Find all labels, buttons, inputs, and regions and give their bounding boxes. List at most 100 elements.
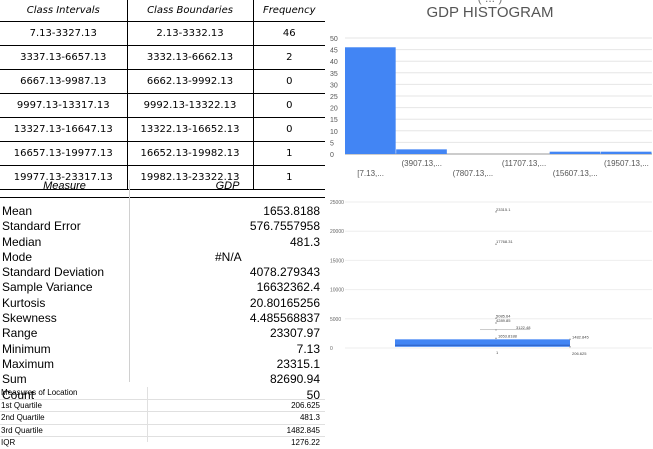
frequency-cell: 0 [253,69,325,94]
outlier-label: 4289.85 [496,318,511,323]
frequency-table-row: 9997.13-13317.13 9992.13-13322.13 0 [0,93,325,118]
outlier-label: 3122.48 [516,325,531,330]
y-tick-label: 0 [330,346,333,352]
stat-label: Sample Variance [2,280,93,295]
location-label: 1st Quartile [1,400,42,410]
histogram-title: GDP HISTOGRAM [426,4,554,21]
stat-value: #N/A [215,249,242,264]
gdp-box-plot: 0 5000 10000 15000 20000 25000 23315.1 17768.31… [330,200,652,356]
stat-row: Kurtosis 20.80165256 [0,296,325,311]
y-tick-label: 5000 [330,317,341,323]
y-tick-label: 20000 [330,229,344,235]
location-title: Measures of Location [1,388,78,397]
frequency-cell: 2 [253,45,325,70]
y-tick-label: 15 [330,117,338,124]
location-label: 2nd Quartile [1,413,45,422]
header-frequency: Frequency [253,0,325,22]
histogram-bar [600,151,652,154]
outlier-label: 206.625 [572,351,587,356]
outlier-label: 1482.845 [572,334,589,339]
stat-row: Mode #N/A [0,250,325,265]
stat-label: Kurtosis [2,295,46,310]
stat-label: Skewness [2,311,57,326]
class-boundary-cell: 9992.13-13322.13 [127,93,254,118]
stat-value: 23315.1 [276,356,320,371]
x-tick-label: (19507.13,... [604,159,649,168]
y-tick-label: 25 [330,94,338,101]
measures-of-location: Measures of Location 1st Quartile 206.625… [0,387,325,449]
y-tick-label: 25000 [330,200,344,206]
y-tick-label: 35 [330,71,338,78]
stat-row: Minimum 7.13 [0,342,325,357]
stat-value: 4.485568837 [249,311,320,326]
y-tick-label: 5 [330,140,334,147]
location-value: 206.625 [291,400,320,410]
class-boundary-cell: 13322.13-16652.13 [127,117,254,142]
stat-value: 4078.279343 [249,265,320,280]
outlier-point [495,337,497,340]
frequency-table-row: 16657.13-19977.13 16652.13-19982.13 1 [0,141,325,166]
measure-header: Measure [43,180,86,192]
stat-label: Sum [2,372,27,387]
location-row: 2nd Quartile 481.3 [0,411,325,424]
y-tick-label: 15000 [330,258,344,264]
gdp-header: GDP [215,180,240,192]
frequency-table-row: 3337.13-6657.13 3332.13-6662.13 2 [0,45,325,70]
frequency-table-header: Class Intervals Class Boundaries Frequen… [0,0,325,22]
stat-label: Median [2,234,42,249]
class-boundary-cell: 3332.13-6662.13 [127,45,254,70]
y-tick-label: 45 [330,48,338,55]
class-interval-cell: 9997.13-13317.13 [0,93,128,118]
stat-label: Maximum [2,356,55,371]
frequency-table-row: 13327.13-16647.13 13322.13-16652.13 0 [0,117,325,142]
header-divider [0,197,325,198]
class-boundary-cell: 16652.13-19982.13 [127,141,254,166]
frequency-table-row: 6667.13-9987.13 6662.13-9992.13 0 [0,69,325,94]
frequency-cell: 1 [253,141,325,166]
stat-row: Mean 1653.8188 [0,204,325,219]
stat-label: Standard Deviation [2,265,105,280]
y-tick-label: 30 [330,82,338,89]
location-row: 1st Quartile 206.625 [0,398,325,412]
stat-row: Standard Deviation 4078.279343 [0,265,325,280]
y-tick-label: 20 [330,106,338,113]
x-tick-label: (11707.13,... [502,159,546,168]
stat-label: Mean [2,204,33,218]
location-value: 1482.845 [286,425,320,435]
stat-row: Standard Error 576.7557958 [0,219,325,234]
stat-value: 7.13 [296,341,320,356]
frequency-cell: 0 [253,117,325,142]
stat-value: 23307.97 [269,326,320,341]
class-interval-cell: 6667.13-9987.13 [0,69,128,94]
stat-value: 20.80165256 [249,295,320,310]
location-row: IQR 1276.22 [0,436,325,449]
stat-value: 481.3 [289,234,320,249]
outlier-label: 23315.1 [496,207,511,212]
header-class-boundaries: Class Boundaries [127,0,254,22]
stat-row: Sample Variance 16632362.4 [0,280,325,295]
histogram-bar [549,151,601,154]
outlier-label: 1653.8188 [498,333,518,338]
gdp-histogram: 0 5 10 15 20 25 30 35 40 45 50 [7.13,... (3907.13,..… [330,36,652,178]
stat-value: 1653.8188 [263,204,320,218]
stat-value: 82690.94 [269,372,320,387]
frequency-table: Class Intervals Class Boundaries Frequen… [0,0,325,190]
outlier-point [569,345,571,348]
outlier-point [569,338,571,341]
class-interval-cell: 3337.13-6657.13 [0,45,128,70]
outlier-point [495,328,497,331]
y-tick-label: 10000 [330,288,344,294]
stat-row: Range 23307.97 [0,326,325,341]
stat-row: Maximum 23315.1 [0,357,325,372]
class-interval-cell: 13327.13-16647.13 [0,117,128,142]
location-label: IQR [1,438,16,447]
y-tick-label: 0 [330,152,334,159]
class-interval-cell: 7.13-3327.13 [0,21,128,46]
y-tick-label: 40 [330,59,338,66]
stat-row: Sum 82690.94 [0,372,325,387]
x-tick-label: (15607.13,... [553,169,598,178]
stat-label: Range [2,326,38,341]
header-class-intervals: Class Intervals [0,0,128,22]
frequency-cell: 46 [253,21,325,46]
box-lower-label: 1 [496,350,499,355]
